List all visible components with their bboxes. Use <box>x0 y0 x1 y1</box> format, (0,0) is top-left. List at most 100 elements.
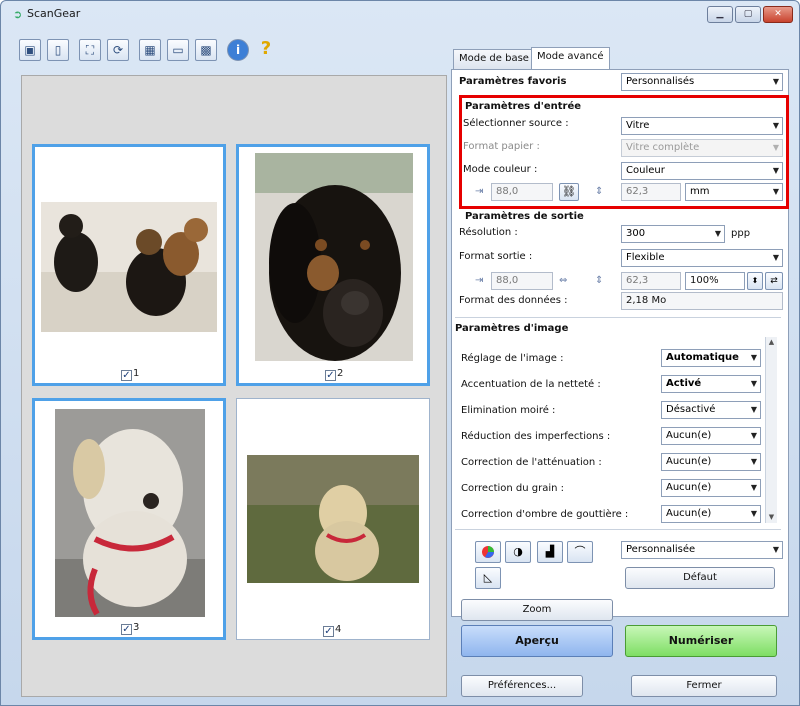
link-icon: ⇔ <box>559 275 568 286</box>
saturation-color-balance-icon[interactable] <box>475 541 501 563</box>
input-settings-heading: Paramètres d'entrée <box>465 101 582 112</box>
tab-advanced-mode[interactable]: Mode avancé <box>531 47 610 69</box>
minimize-button[interactable]: ▁ <box>707 6 733 23</box>
input-width-field[interactable]: 88,0 <box>491 183 553 201</box>
fading-correction-select[interactable]: Aucun(e) ▼ <box>661 453 761 471</box>
scale-field[interactable]: 100% <box>685 272 745 290</box>
scan-image-icon[interactable]: ▣ <box>19 39 41 61</box>
thumbnail-2[interactable]: ✓ 2 <box>236 144 430 386</box>
check-icon: ✓ <box>325 370 336 381</box>
width-icon: ⇥ <box>475 186 484 197</box>
chevron-down-icon: ▼ <box>750 379 757 388</box>
scroll-down-icon[interactable]: ▼ <box>766 512 777 523</box>
scangear-window: ➲ ScanGear ▁ ▢ ✕ ▣ ▯ ⛶ ⟳ ▦ ▭ ▩ i ? ✓ 1 ✓… <box>0 0 800 706</box>
image-settings-scrollbar[interactable]: ▲ ▼ <box>765 337 777 523</box>
gutter-shadow-select[interactable]: Aucun(e) ▼ <box>661 505 761 523</box>
descreen-label: Elimination moiré : <box>461 405 556 416</box>
color-mode-value: Couleur <box>626 165 665 176</box>
data-size-label: Format des données : <box>459 295 568 306</box>
zoom-button[interactable]: Zoom <box>461 599 613 621</box>
maximize-button[interactable]: ▢ <box>735 6 761 23</box>
brightness-contrast-icon[interactable]: ◑ <box>505 541 531 563</box>
thumbnail-2-checkbox[interactable]: ✓ 2 <box>325 368 343 381</box>
image-adjustment-select[interactable]: Automatique ▼ <box>661 349 761 367</box>
whole-image-icon[interactable]: ▭ <box>167 39 189 61</box>
thumbnail-3-checkbox[interactable]: ✓ 3 <box>121 622 139 635</box>
thumbnail-view-icon[interactable]: ▦ <box>139 39 161 61</box>
color-mode-select[interactable]: Couleur ▼ <box>621 162 783 180</box>
crop-frame-icon[interactable]: ⛶ <box>79 39 101 61</box>
preview-toolbar: ▣ ▯ ⛶ ⟳ ▦ ▭ ▩ i ? <box>9 29 445 71</box>
tone-curve-icon[interactable]: ⌒ <box>567 541 593 563</box>
chevron-down-icon: ▼ <box>772 253 779 262</box>
scan-button[interactable]: Numériser <box>625 625 777 657</box>
scroll-up-icon[interactable]: ▲ <box>766 337 777 348</box>
thumbnail-3[interactable]: ✓ 3 <box>32 398 226 640</box>
output-size-select[interactable]: Flexible ▼ <box>621 249 783 267</box>
grain-correction-select[interactable]: Aucun(e) ▼ <box>661 479 761 497</box>
window-title: ScanGear <box>27 7 81 20</box>
chevron-down-icon: ▼ <box>772 187 779 196</box>
close-window-button[interactable]: ✕ <box>763 6 793 23</box>
thumbnail-4[interactable]: ✓ 4 <box>236 398 430 640</box>
preview-button[interactable]: Aperçu <box>461 625 613 657</box>
multi-crop-icon[interactable]: ▩ <box>195 39 217 61</box>
tone-curve-select[interactable]: Personnalisée ▼ <box>621 541 783 559</box>
source-value: Vitre <box>626 120 650 131</box>
dust-reduction-value: Aucun(e) <box>666 430 712 441</box>
thumbnail-1-checkbox[interactable]: ✓ 1 <box>121 368 139 381</box>
final-review-icon[interactable]: ◺ <box>475 567 501 589</box>
fading-correction-value: Aucun(e) <box>666 456 712 467</box>
thumbnail-number: 4 <box>335 624 342 635</box>
close-button[interactable]: Fermer <box>631 675 777 697</box>
preferences-button[interactable]: Préférences... <box>461 675 583 697</box>
scangear-app-icon: ➲ <box>13 8 23 21</box>
chevron-down-icon: ▼ <box>750 457 757 466</box>
resolution-select[interactable]: 300 ▼ <box>621 225 725 243</box>
dachshund-photo-image <box>255 153 413 361</box>
height-icon: ⇕ <box>595 186 604 197</box>
paper-size-select[interactable]: Vitre complète ▼ <box>621 139 783 157</box>
chevron-down-icon: ▼ <box>772 77 779 86</box>
histogram-icon[interactable]: ▟ <box>537 541 563 563</box>
image-adjustment-label: Réglage de l'image : <box>461 353 564 364</box>
rotate-icon[interactable]: ⟳ <box>107 39 129 61</box>
document-icon[interactable]: ▯ <box>47 39 69 61</box>
unit-value: mm <box>690 186 710 197</box>
chevron-down-icon: ▼ <box>750 353 757 362</box>
tone-curve-value: Personnalisée <box>626 544 696 555</box>
fading-correction-label: Correction de l'atténuation : <box>461 457 602 468</box>
chevron-down-icon: ▼ <box>750 431 757 440</box>
swap-orientation-icon[interactable]: ⇄ <box>765 272 783 290</box>
paper-size-value: Vitre complète <box>626 142 700 153</box>
output-height-field[interactable]: 62,3 <box>621 272 681 290</box>
thumbnail-1[interactable]: ✓ 1 <box>32 144 226 386</box>
chevron-down-icon: ▼ <box>772 545 779 554</box>
unsharp-mask-select[interactable]: Activé ▼ <box>661 375 761 393</box>
unsharp-mask-label: Accentuation de la netteté : <box>461 379 601 390</box>
favorites-select[interactable]: Personnalisés ▼ <box>621 73 783 91</box>
grain-correction-value: Aucun(e) <box>666 482 712 493</box>
help-icon[interactable]: ? <box>255 39 277 61</box>
info-icon[interactable]: i <box>227 39 249 61</box>
input-height-field[interactable]: 62,3 <box>621 183 681 201</box>
divider <box>455 317 781 318</box>
scale-stepper-icon[interactable]: ⬍ <box>747 272 763 290</box>
output-width-field[interactable]: 88,0 <box>491 272 553 290</box>
descreen-select[interactable]: Désactivé ▼ <box>661 401 761 419</box>
unit-select[interactable]: mm ▼ <box>685 183 783 201</box>
chevron-down-icon: ▼ <box>772 143 779 152</box>
source-select[interactable]: Vitre ▼ <box>621 117 783 135</box>
unsharp-mask-value: Activé <box>666 378 702 389</box>
thumbnail-4-checkbox[interactable]: ✓ 4 <box>323 624 341 637</box>
tab-basic-mode[interactable]: Mode de base <box>453 49 535 69</box>
chevron-down-icon: ▼ <box>772 166 779 175</box>
dogs-photo-image <box>41 202 217 332</box>
aspect-lock-icon[interactable]: ⛓ <box>559 183 579 201</box>
dust-reduction-select[interactable]: Aucun(e) ▼ <box>661 427 761 445</box>
thumbnail-number: 2 <box>337 368 344 379</box>
default-button[interactable]: Défaut <box>625 567 775 589</box>
chevron-down-icon: ▼ <box>750 509 757 518</box>
color-mode-label: Mode couleur : <box>463 164 538 175</box>
gutter-shadow-label: Correction d'ombre de gouttière : <box>461 509 629 520</box>
